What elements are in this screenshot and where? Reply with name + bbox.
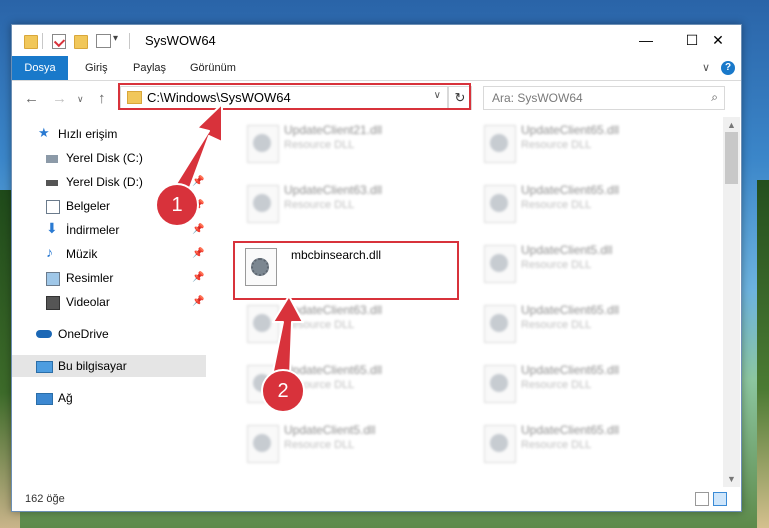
step-1-badge: 1 [155, 183, 199, 227]
step-2-badge: 2 [261, 369, 305, 413]
annotation-arrows [165, 103, 304, 377]
arrow-2 [271, 295, 304, 377]
